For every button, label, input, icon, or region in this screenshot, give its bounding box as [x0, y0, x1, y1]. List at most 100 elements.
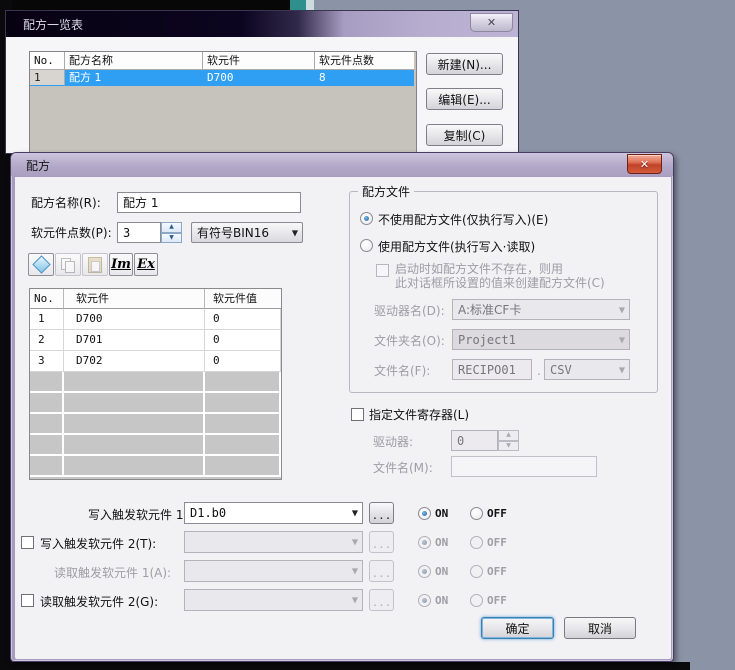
write-trigger2-dropdown[interactable]: ▼: [184, 531, 363, 553]
file-register-label[interactable]: 指定文件寄存器(L): [369, 406, 469, 423]
read-trigger2-browse-button[interactable]: ...: [369, 589, 394, 611]
register-drive-input[interactable]: 0: [451, 430, 498, 451]
spin-down-icon[interactable]: ▼: [161, 233, 182, 244]
file-ext-dropdown[interactable]: CSV ▼: [544, 359, 630, 380]
read-trigger2-off-radio[interactable]: [470, 594, 483, 607]
import-icon: Im: [111, 257, 131, 272]
row-device[interactable]: D702: [64, 351, 205, 372]
import-button[interactable]: Im: [109, 253, 133, 276]
chevron-down-icon: ▼: [619, 335, 625, 344]
table-row[interactable]: 1 D700 0: [30, 309, 281, 330]
copy-icon: [61, 258, 75, 272]
radio-use-file[interactable]: [360, 239, 373, 252]
recipe-list-title: 配方一览表: [23, 16, 83, 33]
row-device[interactable]: D700: [64, 309, 205, 330]
close-icon: ✕: [640, 158, 649, 171]
row-no: 2: [30, 330, 64, 351]
read-trigger1-off-radio[interactable]: [470, 565, 483, 578]
spin-up-icon[interactable]: ▲: [498, 430, 519, 441]
file-ext-separator: .: [537, 364, 541, 378]
row-value[interactable]: 0: [205, 309, 281, 330]
data-type-dropdown[interactable]: 有符号BIN16 ▼: [191, 222, 303, 243]
table-row[interactable]: 3 D702 0: [30, 351, 281, 372]
close-button[interactable]: ✕: [470, 13, 513, 32]
spin-up-icon[interactable]: ▲: [161, 222, 182, 233]
folder-name-dropdown[interactable]: Project1 ▼: [452, 329, 630, 350]
create-file-checkbox[interactable]: [376, 264, 389, 277]
file-name-label: 文件名(F):: [374, 362, 430, 379]
export-icon: Ex: [137, 257, 155, 272]
desktop-strip-dark: [0, 0, 313, 10]
row-value[interactable]: 0: [205, 330, 281, 351]
write-trigger1-on-label[interactable]: ON: [435, 507, 448, 520]
column-header-device: 软元件: [64, 289, 205, 309]
file-register-checkbox[interactable]: [351, 408, 364, 421]
recipe-title: 配方: [26, 157, 50, 174]
column-header-value: 软元件值: [205, 289, 281, 309]
column-header-device[interactable]: 软元件: [203, 52, 315, 70]
clear-button[interactable]: [28, 253, 54, 276]
empty-row: [30, 456, 281, 477]
table-row-selected[interactable]: 1 配方 1 D700 8: [30, 70, 416, 86]
row-value[interactable]: 0: [205, 351, 281, 372]
export-button[interactable]: Ex: [134, 253, 158, 276]
chevron-down-icon: ▼: [352, 538, 358, 547]
recipe-titlebar[interactable]: 配方 ✕: [11, 153, 673, 176]
write-trigger2-browse-button[interactable]: ...: [369, 531, 394, 553]
column-header-no[interactable]: No.: [30, 52, 65, 70]
write-trigger2-off-radio[interactable]: [470, 536, 483, 549]
recipe-name-input[interactable]: 配方 1: [117, 192, 301, 213]
paste-toolbar-button[interactable]: [82, 253, 108, 276]
read-trigger1-dropdown[interactable]: ▼: [184, 560, 363, 582]
write-trigger1-dropdown[interactable]: D1.b0 ▼: [184, 502, 363, 524]
recipe-list-titlebar[interactable]: 配方一览表 ✕: [6, 11, 518, 37]
read-trigger1-off-label: OFF: [487, 565, 507, 578]
write-trigger2-label[interactable]: 写入触发软元件 2(T):: [40, 535, 156, 552]
register-drive-label: 驱动器:: [373, 433, 413, 450]
radio-no-file[interactable]: [360, 212, 373, 225]
write-trigger1-off-label[interactable]: OFF: [487, 507, 507, 520]
copy-toolbar-button[interactable]: [55, 253, 81, 276]
write-trigger2-on-radio[interactable]: [418, 536, 431, 549]
write-trigger1-on-radio[interactable]: [418, 507, 431, 520]
recipe-list-table: No. 配方名称 软元件 软元件点数 1 配方 1 D700 8: [29, 51, 417, 155]
edit-button[interactable]: 编辑(E)...: [426, 88, 503, 110]
desktop-strip-pale: [306, 0, 314, 10]
chevron-down-icon: ▼: [352, 509, 358, 518]
write-trigger1-value: D1.b0: [190, 506, 226, 520]
copy-button[interactable]: 复制(C): [426, 124, 503, 146]
radio-use-file-label[interactable]: 使用配方文件(执行写入·读取): [378, 238, 535, 255]
read-trigger1-browse-button[interactable]: ...: [369, 560, 394, 582]
write-trigger1-browse-button[interactable]: ...: [369, 502, 394, 524]
new-button[interactable]: 新建(N)...: [426, 53, 503, 75]
data-type-value: 有符号BIN16: [197, 224, 269, 241]
write-trigger2-checkbox[interactable]: [21, 536, 34, 549]
screen: { "colors": { "desktop_gray": "#8b93a7",…: [0, 0, 735, 670]
folder-name-label: 文件夹名(O):: [374, 332, 445, 349]
chevron-down-icon: ▼: [352, 567, 358, 576]
drive-name-dropdown[interactable]: A:标准CF卡 ▼: [452, 299, 630, 320]
table-row[interactable]: 2 D701 0: [30, 330, 281, 351]
read-trigger1-on-radio[interactable]: [418, 565, 431, 578]
close-button[interactable]: ✕: [627, 154, 662, 174]
device-points-stepper[interactable]: ▲ ▼: [161, 222, 182, 243]
drive-name-label: 驱动器名(D):: [374, 302, 445, 319]
column-header-name[interactable]: 配方名称: [65, 52, 203, 70]
read-trigger2-checkbox[interactable]: [21, 594, 34, 607]
chevron-down-icon: ▼: [352, 596, 358, 605]
row-device[interactable]: D701: [64, 330, 205, 351]
spin-down-icon[interactable]: ▼: [498, 441, 519, 452]
device-points-input[interactable]: 3: [117, 222, 161, 243]
register-file-input[interactable]: [451, 456, 597, 477]
radio-no-file-label[interactable]: 不使用配方文件(仅执行写入)(E): [378, 211, 548, 228]
register-drive-stepper[interactable]: ▲ ▼: [498, 430, 519, 451]
write-trigger1-off-radio[interactable]: [470, 507, 483, 520]
read-trigger2-label[interactable]: 读取触发软元件 2(G):: [40, 593, 158, 610]
write-trigger2-off-label: OFF: [487, 536, 507, 549]
column-header-points[interactable]: 软元件点数: [315, 52, 414, 70]
ok-button[interactable]: 确定: [481, 617, 554, 639]
read-trigger2-on-radio[interactable]: [418, 594, 431, 607]
read-trigger2-dropdown[interactable]: ▼: [184, 589, 363, 611]
file-name-input[interactable]: RECIPO01: [452, 359, 532, 380]
cancel-button[interactable]: 取消: [564, 617, 636, 639]
